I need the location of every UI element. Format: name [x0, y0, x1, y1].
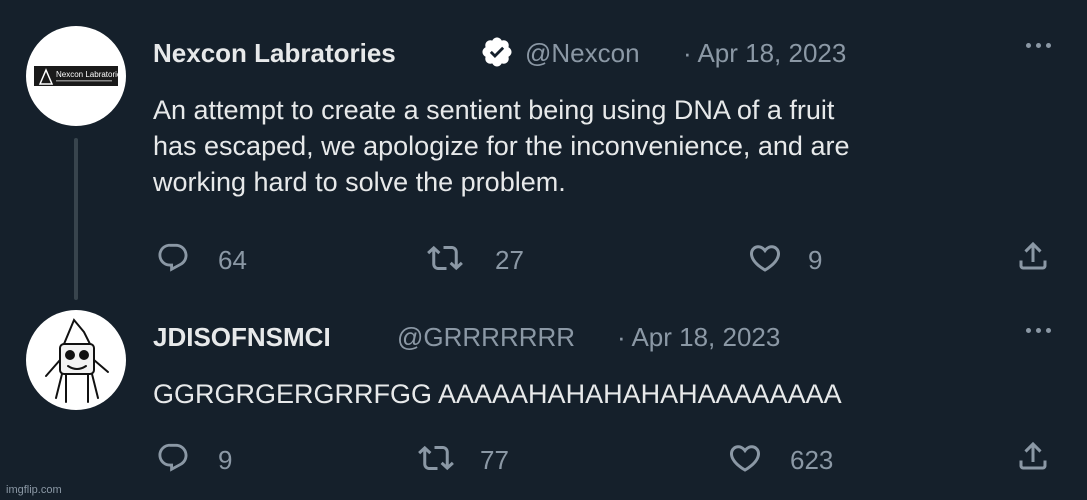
retweet-button[interactable] [418, 440, 454, 476]
watermark: imgflip.com [6, 484, 62, 496]
tweet-text-line: An attempt to create a sentient being us… [153, 95, 835, 125]
more-icon[interactable] [1026, 40, 1060, 50]
avatar-jdisofnsmci[interactable] [26, 310, 126, 410]
like-count: 623 [790, 445, 834, 475]
timestamp[interactable]: · Apr 18, 2023 [683, 38, 846, 69]
reply-icon [158, 443, 188, 472]
handle[interactable]: @Nexcon [525, 38, 640, 69]
display-name[interactable]: Nexcon Labratories [153, 38, 396, 69]
like-button[interactable] [727, 440, 763, 476]
tweet-text: GGRGRGERGRRFGG AAAAAHAHAHAHAHAAAAAAAA [153, 379, 842, 409]
like-button[interactable] [747, 240, 783, 276]
retweet-count: 77 [480, 445, 509, 475]
reply-count: 9 [218, 445, 233, 475]
display-name[interactable]: JDISOFNSMCI [153, 322, 331, 353]
tweet-text-line: has escaped, we apologize for the inconv… [153, 131, 850, 161]
retweet-count: 27 [495, 245, 524, 275]
reply-button[interactable] [156, 240, 190, 276]
verified-badge-icon [480, 35, 514, 74]
share-button[interactable] [1015, 438, 1051, 474]
reply-button[interactable] [156, 440, 190, 476]
reply-count: 64 [218, 245, 247, 275]
retweet-button[interactable] [427, 240, 463, 276]
retweet-icon [427, 245, 463, 271]
share-button[interactable] [1015, 238, 1051, 274]
reply-icon [158, 243, 188, 272]
more-icon[interactable] [1026, 325, 1060, 335]
thread-line [74, 138, 78, 300]
like-count: 9 [808, 245, 823, 275]
avatar-nexcon[interactable]: Nexcon Labratories [26, 26, 126, 126]
heart-icon [749, 245, 781, 272]
share-icon [1019, 441, 1047, 470]
tweet-nexcon[interactable]: Nexcon Labratories Nexcon Labratories @N… [0, 0, 1087, 300]
tweet-text: An attempt to create a sentient being us… [153, 92, 849, 200]
nexcon-logo-text: Nexcon Labratories [56, 70, 125, 79]
heart-icon [729, 445, 761, 472]
share-icon [1019, 241, 1047, 270]
retweet-icon [418, 445, 454, 471]
tweet-text-line: working hard to solve the problem. [153, 167, 566, 197]
tweet-reply[interactable]: JDISOFNSMCI @GRRRRRRR · Apr 18, 2023 GGR… [0, 300, 1087, 500]
timestamp[interactable]: · Apr 18, 2023 [617, 322, 780, 353]
handle[interactable]: @GRRRRRRR [397, 322, 575, 353]
